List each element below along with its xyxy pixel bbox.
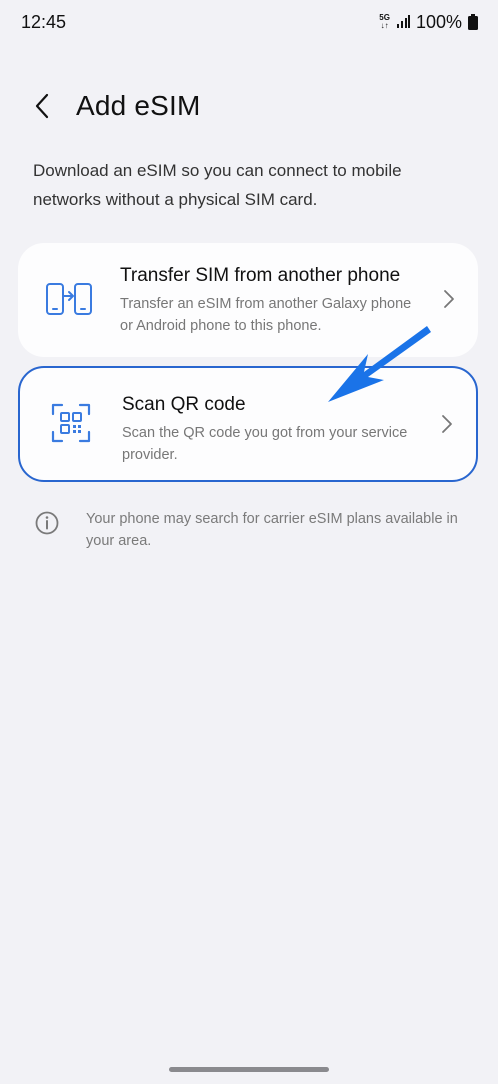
home-indicator[interactable] — [169, 1067, 329, 1072]
transfer-sim-text: Transfer SIM from another phone Transfer… — [120, 263, 426, 337]
transfer-sim-title: Transfer SIM from another phone — [120, 265, 401, 286]
scan-qr-subtitle: Scan the QR code you got from your servi… — [122, 425, 408, 463]
header: Add eSIM — [0, 80, 498, 132]
page-title: Add eSIM — [76, 90, 201, 121]
battery-percent: 100% — [415, 11, 462, 32]
phone-transfer-icon — [38, 269, 100, 331]
info-note: Your phone may search for carrier eSIM p… — [34, 508, 468, 552]
chevron-left-icon — [35, 93, 49, 119]
info-text: Your phone may search for carrier eSIM p… — [86, 511, 458, 549]
signal-icon — [396, 15, 410, 28]
scan-qr-title: Scan QR code — [122, 394, 246, 415]
back-button[interactable] — [21, 85, 63, 127]
scan-qr-text: Scan QR code Scan the QR code you got fr… — [122, 392, 424, 466]
scan-qr-option[interactable]: Scan QR code Scan the QR code you got fr… — [18, 366, 478, 482]
transfer-sim-option[interactable]: Transfer SIM from another phone Transfer… — [18, 243, 478, 357]
battery-icon — [468, 14, 478, 30]
info-icon — [35, 511, 59, 535]
chevron-right-icon — [436, 413, 458, 435]
network-activity-label: ↓↑ — [380, 21, 389, 30]
transfer-sim-subtitle: Transfer an eSIM from another Galaxy pho… — [120, 296, 412, 334]
page-description: Download an eSIM so you can connect to m… — [33, 161, 402, 209]
status-indicators: 5G ↓↑ 100% — [379, 12, 478, 33]
network-type-icon: 5G ↓↑ — [379, 14, 390, 30]
status-bar: 12:45 5G ↓↑ 100% — [0, 0, 498, 44]
status-time: 12:45 — [21, 11, 67, 32]
qr-scan-icon — [40, 392, 102, 454]
chevron-right-icon — [438, 288, 460, 310]
